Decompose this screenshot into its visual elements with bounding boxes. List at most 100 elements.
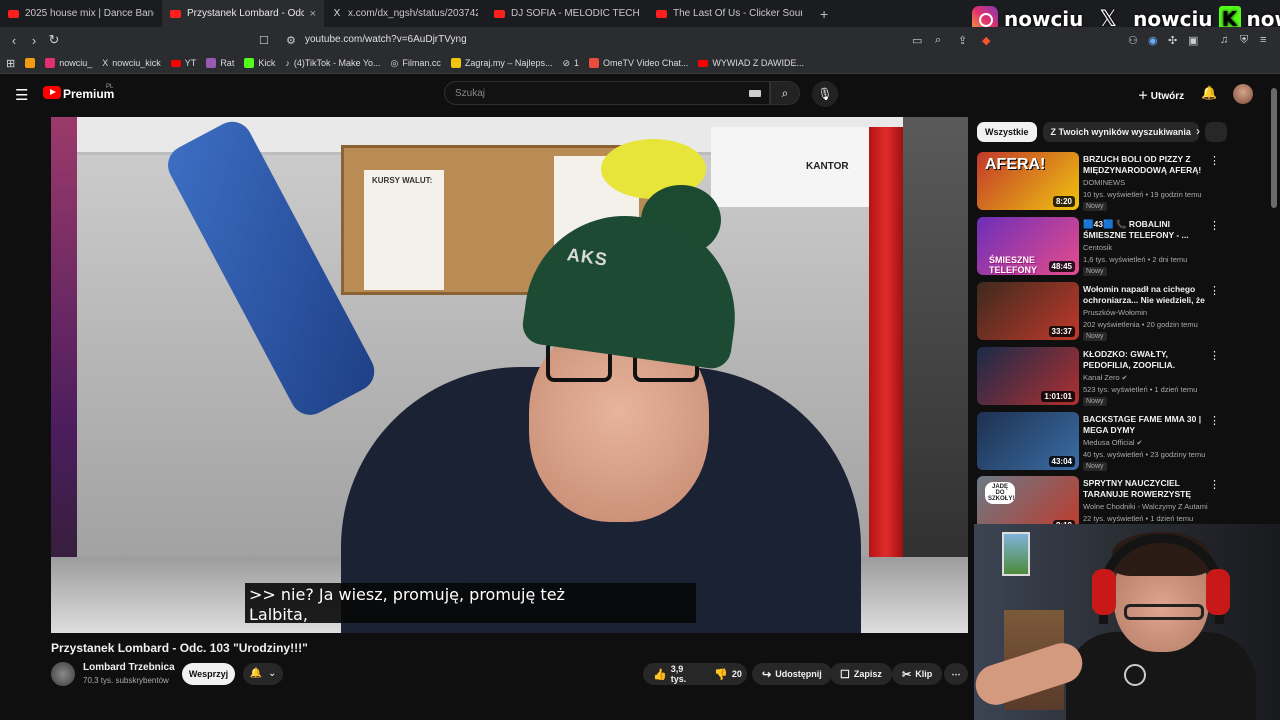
extensions-puzzle-icon[interactable]: ✣ — [1168, 34, 1177, 47]
site-settings-icon[interactable]: ⚙ — [286, 34, 296, 47]
support-button[interactable]: Wesprzyj — [182, 663, 235, 685]
new-badge: Nowy — [1083, 332, 1107, 341]
extension-icon[interactable]: ⚇ — [1128, 34, 1138, 47]
browser-tab[interactable]: DJ SOFIA - MELODIC TECHNO & FUT — [486, 0, 648, 27]
search-button[interactable]: ⌕ — [770, 81, 800, 105]
recommendation-thumbnail[interactable]: 33:37 — [977, 282, 1079, 340]
youtube-icon — [656, 9, 667, 18]
bookmark-item[interactable]: Kick — [244, 58, 275, 68]
recommendation-channel[interactable]: DOMINEWS — [1083, 178, 1125, 187]
share-button[interactable]: ↪ Udostępnij — [752, 663, 832, 685]
bookmark-item[interactable]: ◎ Filman.cc — [391, 58, 441, 69]
recommendation-title[interactable]: BRZUCH BOLI OD PIZZY Z MIĘDZYNARODOWĄ AF… — [1083, 154, 1207, 176]
search-input[interactable] — [455, 88, 735, 99]
recommendation-item[interactable]: ŚMIESZNE TELEFONY 48:45 🟦43🟦 📞 ROBALINI ŚM… — [977, 217, 1222, 276]
like-button[interactable]: 👍 3,9 tys. — [643, 663, 696, 685]
more-vertical-icon[interactable]: ⋮ — [1209, 478, 1220, 491]
chip-all[interactable]: Wszystkie — [977, 122, 1037, 142]
youtube-icon — [494, 9, 505, 18]
recommendation-channel[interactable]: Pruszków-Wołomin — [1083, 308, 1147, 317]
subtitle-line: >> nie? Ja wiesz, promuję, promuję też — [249, 585, 565, 604]
new-tab-button[interactable]: + — [810, 6, 838, 22]
back-icon[interactable]: ‹ — [4, 33, 24, 48]
recommendation-thumbnail[interactable]: 43:04 — [977, 412, 1079, 470]
new-badge: Nowy — [1083, 462, 1107, 471]
recommendation-title[interactable]: KŁODZKO: GWAŁTY, PEDOFILIA, ZOOFILIA. WS… — [1083, 349, 1207, 371]
bookmark-item[interactable]: nowciu_ — [45, 58, 92, 68]
recommendation-item[interactable]: 43:04 BACKSTAGE FAME MMA 30 | MEGA DYMY Me… — [977, 412, 1222, 471]
bookmark-item[interactable]: WYWIAD Z DAWIDE... — [698, 58, 804, 68]
recommendation-item[interactable]: AFERA! 8:20 BRZUCH BOLI OD PIZZY Z MIĘDZYN… — [977, 152, 1222, 211]
video-player[interactable]: KURSY WALUT: KANTOR AKS >> nie? Ja wiesz… — [51, 117, 968, 633]
browser-tab[interactable]: The Last Of Us - Clicker Sound Effect — [648, 0, 810, 27]
dislike-button[interactable]: 👎 20 — [704, 663, 752, 685]
recommendation-item[interactable]: 33:37 Wołomin napadł na cichego ochroniar… — [977, 282, 1222, 341]
bookmark-item[interactable]: Zagraj.my – Najleps... — [450, 58, 552, 68]
more-vertical-icon[interactable]: ⋮ — [1209, 349, 1220, 362]
channel-name[interactable]: Lombard Trzebnica — [83, 662, 175, 673]
more-actions-button[interactable]: ⋯ — [944, 663, 968, 685]
extension-icon[interactable]: ◉ — [1148, 34, 1158, 47]
keyboard-icon[interactable] — [749, 90, 761, 97]
more-vertical-icon[interactable]: ⋮ — [1209, 154, 1220, 167]
recommendation-thumbnail[interactable]: AFERA! 8:20 — [977, 152, 1079, 210]
subscription-bell-button[interactable]: 🔔 ⌄ — [243, 663, 283, 685]
close-tab-icon[interactable]: × — [310, 8, 316, 20]
browser-tab[interactable]: 2025 house mix | Dance Bangers - Yo — [0, 0, 162, 27]
bookmark-item[interactable]: Xnowciu_kick — [102, 58, 161, 68]
recommendation-channel[interactable]: Medusa Official ✔ — [1083, 438, 1142, 447]
cast-icon[interactable]: ▭ — [912, 34, 922, 47]
hamburger-menu-icon[interactable]: ☰ — [15, 86, 28, 104]
chip-from-search[interactable]: Z Twoich wyników wyszukiwania — [1042, 122, 1199, 142]
bookmark-item[interactable]: YT — [170, 58, 196, 68]
youtube-logo-icon[interactable] — [43, 86, 61, 99]
sidebar-toggle-icon[interactable]: ▣ — [1188, 34, 1198, 47]
media-icon[interactable]: ♫ — [1220, 34, 1228, 46]
youtube-icon — [8, 9, 19, 18]
bookmark-item[interactable] — [25, 58, 36, 68]
bookmark-icon[interactable]: ☐ — [259, 34, 269, 47]
recommendation-title[interactable]: Wołomin napadł na cichego ochroniarza...… — [1083, 284, 1207, 306]
more-vertical-icon[interactable]: ⋮ — [1209, 414, 1220, 427]
bookmark-item[interactable]: ⊘ 1 — [562, 58, 579, 69]
browser-tab-active[interactable]: Przystanek Lombard - Odc. 10 × — [162, 0, 324, 27]
page-scrollbar[interactable] — [1271, 88, 1277, 208]
create-label: Utwórz — [1150, 91, 1185, 102]
recommendation-title[interactable]: 🟦43🟦 📞 ROBALINI ŚMIESZNE TELEFONY - ... — [1083, 219, 1207, 241]
share-icon[interactable]: ⇪ — [958, 34, 967, 47]
reload-icon[interactable]: ↻ — [44, 32, 64, 48]
recommendation-title[interactable]: BACKSTAGE FAME MMA 30 | MEGA DYMY — [1083, 414, 1207, 436]
chevron-right-icon[interactable]: › — [1196, 124, 1200, 138]
recommendation-thumbnail[interactable]: ŚMIESZNE TELEFONY 48:45 — [977, 217, 1079, 275]
save-button[interactable]: ☐ Zapisz — [830, 663, 892, 685]
more-vertical-icon[interactable]: ⋮ — [1209, 219, 1220, 232]
recommendation-channel[interactable]: Centosik — [1083, 243, 1112, 252]
recommendation-item[interactable]: 1:01:01 KŁODZKO: GWAŁTY, PEDOFILIA, ZOOFI… — [977, 347, 1222, 406]
recommendation-channel[interactable]: Wolne Chodniki - Walczymy Z Autami — [1083, 502, 1208, 511]
browser-tab[interactable]: X x.com/dx_ngsh/status/20374209037 — [324, 0, 486, 27]
channel-avatar[interactable] — [51, 662, 75, 686]
bookmark-item[interactable]: OmeTV Video Chat... — [589, 58, 688, 68]
user-avatar[interactable] — [1233, 84, 1253, 104]
menu-icon[interactable]: ≡ — [1260, 34, 1266, 46]
recommendation-title[interactable]: SPRYTNY NAUCZYCIEL TARANUJE ROWERZYSTĘ P… — [1083, 478, 1207, 500]
recommendation-channel[interactable]: Kanał Zero ✔ — [1083, 373, 1128, 382]
zoom-icon[interactable]: ⌕ — [935, 34, 941, 47]
notifications-bell-icon[interactable]: 🔔 — [1201, 85, 1217, 101]
bookmark-item[interactable]: Rat — [206, 58, 234, 68]
create-button[interactable]: ＋ Utwórz — [1138, 87, 1184, 102]
channel-name: Medusa Official — [1083, 438, 1135, 447]
dislike-count: 20 — [731, 669, 742, 679]
brave-shield-icon[interactable]: ◆ — [982, 34, 990, 47]
clip-button[interactable]: ✂ Klip — [892, 663, 943, 685]
vpn-icon[interactable]: ⛨ — [1240, 34, 1248, 47]
apps-grid-icon[interactable]: ⊞ — [6, 57, 15, 70]
bookmark-item[interactable]: ♪ (4)TikTok - Make Yo... — [285, 58, 380, 68]
video-duration: 48:45 — [1048, 261, 1075, 272]
recommendation-thumbnail[interactable]: 1:01:01 — [977, 347, 1079, 405]
url-field[interactable]: youtube.com/watch?v=6AuDjrTVyng — [305, 34, 467, 45]
microphone-icon[interactable]: 🎙 — [812, 81, 838, 107]
forward-icon[interactable]: › — [24, 33, 44, 48]
more-vertical-icon[interactable]: ⋮ — [1209, 284, 1220, 297]
chip-next[interactable] — [1204, 122, 1227, 142]
